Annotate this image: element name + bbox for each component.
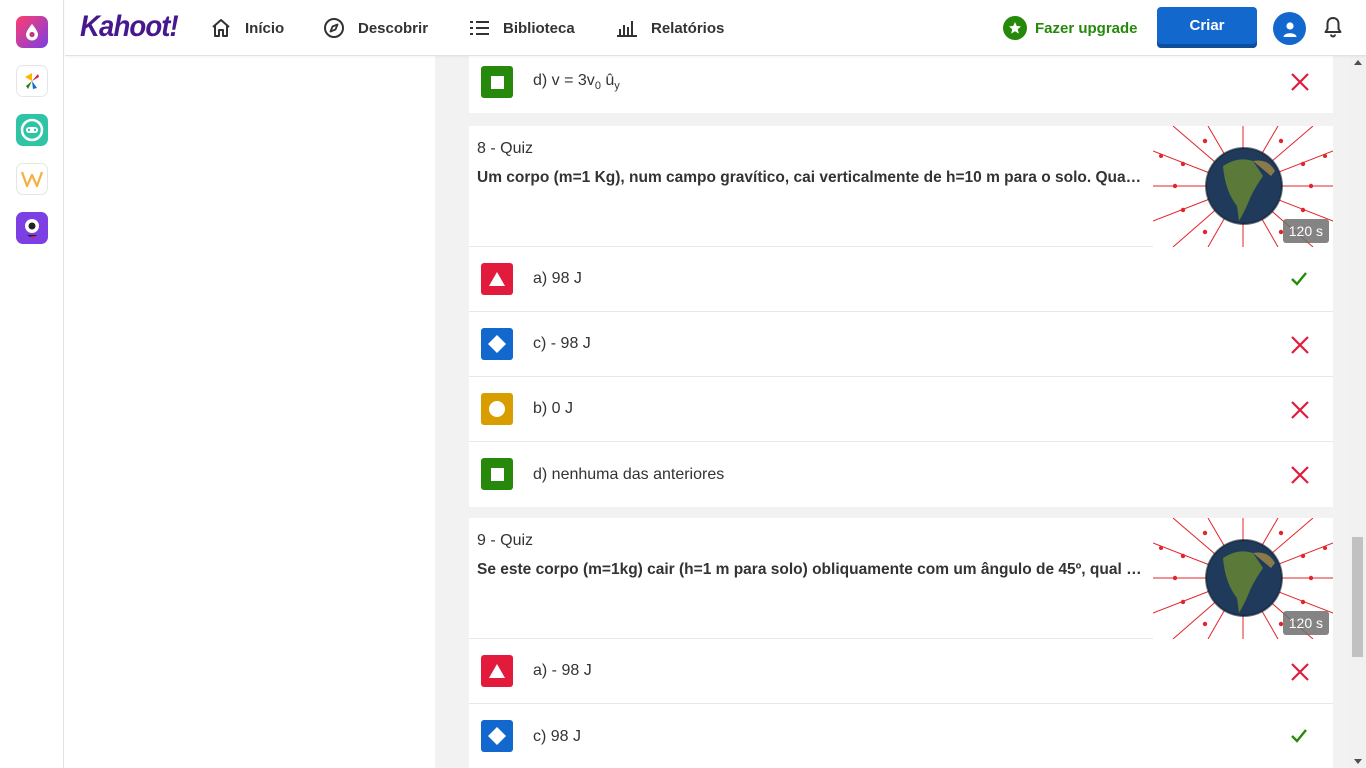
star-icon [1003, 16, 1027, 40]
time-limit-badge: 120 s [1282, 219, 1329, 243]
app-launcher-sidebar [0, 0, 64, 768]
answer-text: a) 98 J [533, 270, 582, 287]
monster-app-icon[interactable] [16, 212, 48, 244]
incorrect-x-icon [1291, 336, 1309, 354]
circle-icon [481, 393, 513, 425]
square-icon [481, 458, 513, 490]
scrollbar-thumb[interactable] [1352, 537, 1363, 657]
kahoot-logo[interactable]: Kahoot! [80, 10, 179, 44]
drop-app-icon[interactable] [16, 16, 48, 48]
notifications-bell-icon[interactable] [1323, 16, 1343, 43]
scroll-down-arrow-icon[interactable] [1354, 759, 1362, 764]
question-header[interactable]: 8 - Quiz Um corpo (m=1 Kg), num campo gr… [469, 126, 1333, 247]
answer-text: d) nenhuma das anteriores [533, 465, 725, 483]
correct-check-icon [1291, 272, 1307, 286]
question-title: Se este corpo (m=1kg) cair (h=1 m para s… [477, 561, 1142, 578]
nav-label: Biblioteca [503, 19, 575, 37]
question-title: Um corpo (m=1 Kg), num campo gravítico, … [477, 169, 1142, 186]
nav-descobrir[interactable]: Descobrir [323, 0, 428, 56]
list-icon [470, 21, 489, 35]
nav-label: Descobrir [358, 19, 429, 37]
diamond-icon [481, 328, 513, 360]
bar-chart-icon [617, 21, 637, 37]
diamond-icon [481, 720, 513, 752]
question-image: 120 s [1153, 126, 1333, 247]
nav-label: Início [245, 19, 285, 37]
left-panel [65, 56, 435, 768]
triangle-icon [481, 655, 513, 687]
time-limit-badge: 120 s [1282, 611, 1329, 635]
incorrect-x-icon [1291, 401, 1309, 419]
home-icon [212, 19, 230, 37]
answer-row: d) nenhuma das anteriores [469, 442, 1333, 507]
upgrade-label: Fazer upgrade [1035, 19, 1138, 37]
answer-text: c) 98 J [533, 727, 582, 745]
nav-label: Relatórios [651, 19, 725, 37]
user-avatar[interactable] [1273, 12, 1306, 45]
incorrect-x-icon [1291, 663, 1309, 681]
answer-row: a) - 98 J [469, 639, 1333, 704]
create-button[interactable]: Criar [1157, 7, 1257, 48]
answer-text: d) v = 3v0 ûy [533, 72, 620, 93]
chat-robot-icon[interactable] [16, 114, 48, 146]
correct-check-icon [1291, 729, 1307, 743]
square-icon [481, 66, 513, 98]
answer-row: d) v = 3v0 ûy [469, 56, 1333, 113]
answer-row: c) 98 J [469, 704, 1333, 768]
incorrect-x-icon [1291, 73, 1309, 91]
compass-icon [324, 18, 344, 38]
nav-inicio[interactable]: Início [210, 0, 284, 56]
question-list[interactable]: d) v = 3v0 ûy 8 - Quiz Um corpo (m=1 Kg)… [435, 56, 1350, 768]
incorrect-x-icon [1291, 466, 1309, 484]
vertical-scrollbar[interactable] [1350, 56, 1366, 768]
question-type: 9 - Quiz [477, 532, 534, 549]
upgrade-link[interactable]: Fazer upgrade [1003, 16, 1138, 40]
question-card[interactable]: 9 - Quiz Se este corpo (m=1kg) cair (h=1… [469, 518, 1333, 768]
top-navigation-bar: Kahoot! Início Descobrir Biblioteca Rela… [65, 0, 1366, 56]
question-header[interactable]: 9 - Quiz Se este corpo (m=1kg) cair (h=1… [469, 518, 1333, 639]
answer-text: a) - 98 J [533, 662, 592, 679]
triangle-icon [481, 263, 513, 295]
nav-biblioteca[interactable]: Biblioteca [469, 0, 575, 56]
question-image: 120 s [1153, 518, 1333, 639]
question-card[interactable]: 8 - Quiz Um corpo (m=1 Kg), num campo gr… [469, 126, 1333, 507]
answer-text: b) 0 J [533, 400, 574, 417]
answer-row: b) 0 J [469, 377, 1333, 442]
w-app-icon[interactable] [16, 163, 48, 195]
nav-relatorios[interactable]: Relatórios [616, 0, 724, 56]
answer-row: c) - 98 J [469, 312, 1333, 377]
scroll-up-arrow-icon[interactable] [1354, 60, 1362, 65]
answer-text: c) - 98 J [533, 335, 591, 352]
star-app-icon[interactable] [16, 65, 48, 97]
question-type: 8 - Quiz [477, 140, 534, 157]
user-icon [1283, 21, 1296, 37]
answer-row: a) 98 J [469, 247, 1333, 312]
